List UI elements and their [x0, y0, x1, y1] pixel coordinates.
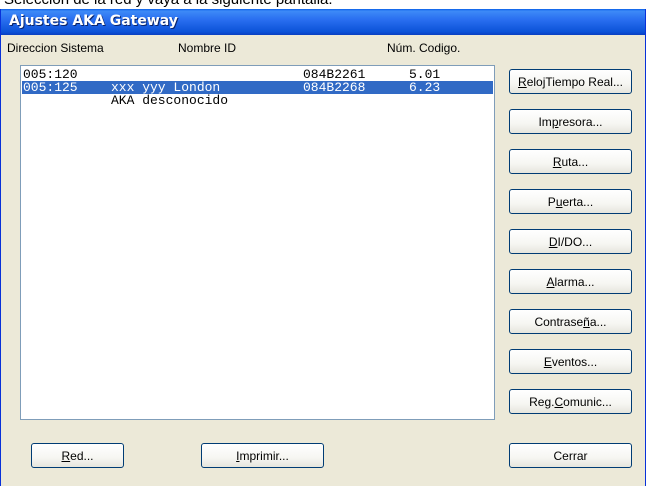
column-header-system-address: Direccion Sistema	[7, 41, 104, 55]
door-button[interactable]: Pu erta...	[509, 189, 632, 214]
alarm-button[interactable]: Alarma...	[509, 269, 632, 294]
gateway-settings-window: Ajustes AKA Gateway Direccion Sistema No…	[0, 9, 646, 486]
title-bar[interactable]: Ajustes AKA Gateway	[1, 9, 645, 35]
print-button[interactable]: Imprimir...	[201, 443, 324, 468]
route-button[interactable]: Ruta...	[509, 149, 632, 174]
printer-button[interactable]: Im p resora...	[509, 109, 632, 134]
gateway-list[interactable]: 005:120 084B2261 5.01 005:125 xxx yyy Lo…	[20, 65, 495, 420]
row-name: AKA desconocido	[111, 93, 229, 108]
list-row-selected[interactable]: 005:125 xxx yyy London 084B2268 6.23	[22, 81, 493, 94]
row-address: 005:125	[23, 80, 78, 95]
close-button[interactable]: Cerrar	[509, 443, 632, 468]
comm-log-button[interactable]: Reg. Comunic...	[509, 389, 632, 414]
dido-button[interactable]: D I/DO...	[509, 229, 632, 254]
real-time-clock-button[interactable]: RelojTiempo Real...	[509, 69, 632, 94]
row-code: 084B2268	[303, 80, 366, 95]
column-header-name-id: Nombre ID	[178, 41, 237, 55]
list-row[interactable]: AKA desconocido	[22, 94, 493, 107]
window-title: Ajustes AKA Gateway	[9, 13, 178, 29]
network-button[interactable]: Red...	[31, 443, 124, 468]
password-button[interactable]: Contrase ñ a...	[509, 309, 632, 334]
events-button[interactable]: Eventos...	[509, 349, 632, 374]
column-header-code-number: Núm. Codigo.	[387, 41, 461, 55]
row-version: 6.23	[409, 80, 441, 95]
caption-text: Selección de la red y vaya a la siguient…	[0, 0, 646, 9]
